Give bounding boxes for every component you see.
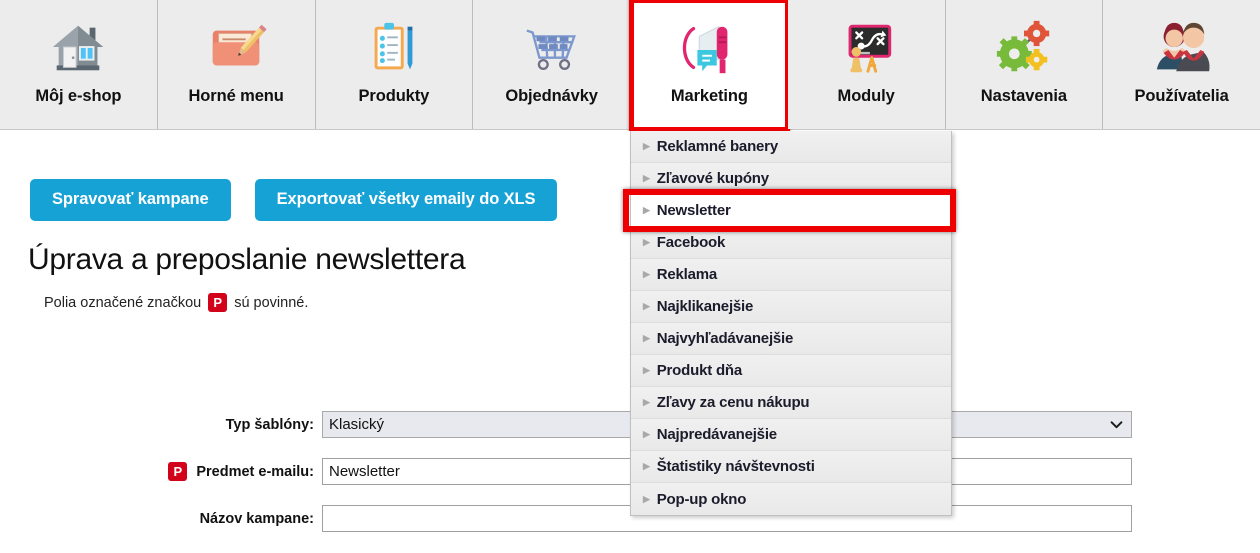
- clipboard-checklist-icon: [316, 9, 473, 87]
- menu-item-statistiky-navstevnosti[interactable]: ▶ Štatistiky návštevnosti: [631, 451, 951, 483]
- tab-objednavky[interactable]: Objednávky: [473, 0, 631, 129]
- chevron-right-icon: ▶: [643, 397, 650, 407]
- tab-pouzivatelia[interactable]: Používatelia: [1103, 0, 1260, 129]
- chevron-right-icon: ▶: [643, 493, 650, 504]
- email-subject-label: Predmet e-mailu:: [196, 463, 314, 480]
- tab-produkty[interactable]: Produkty: [315, 0, 474, 129]
- menu-item-label: Reklamné banery: [656, 138, 778, 155]
- form-label-wrap: Názov kampane:: [0, 511, 322, 527]
- menu-item-label: Zľavové kupóny: [656, 170, 769, 187]
- menu-item-newsletter[interactable]: ▶ Newsletter: [623, 189, 956, 232]
- menu-item-label: Najvyhľadávanejšie: [656, 330, 794, 347]
- menu-item-label: Štatistiky návštevnosti: [656, 458, 815, 475]
- tab-label: Moduly: [837, 87, 895, 105]
- required-note-prefix: Polia označené značkou: [44, 294, 202, 311]
- tab-moj-eshop[interactable]: Môj e-shop: [0, 0, 158, 129]
- chalkboard-strategy-icon: [788, 9, 945, 87]
- chevron-right-icon: ▶: [643, 269, 650, 279]
- menu-item-zlavove-kupony[interactable]: ▶ Zľavové kupóny: [631, 163, 951, 195]
- menu-item-najvyhladavanejsie[interactable]: ▶ Najvyhľadávanejšie: [631, 323, 951, 355]
- menu-item-reklamne-bannery[interactable]: ▶ Reklamné banery: [631, 131, 951, 163]
- required-badge-icon: P: [168, 462, 188, 481]
- menu-item-najklikanejsie[interactable]: ▶ Najklikanejšie: [631, 291, 951, 323]
- form-label-wrap: P Predmet e-mailu:: [0, 462, 322, 481]
- form-label-wrap: Typ šablóny:: [0, 417, 322, 433]
- chevron-right-icon: ▶: [643, 205, 650, 215]
- gears-icon: [946, 9, 1103, 87]
- chevron-right-icon: ▶: [643, 429, 650, 439]
- tab-horne-menu[interactable]: Horné menu: [157, 0, 316, 129]
- menu-item-pop-up-okno[interactable]: ▶ Pop-up okno: [631, 483, 951, 515]
- marketing-dropdown-menu: ▶ Reklamné banery ▶ Zľavové kupóny ▶ New…: [623, 131, 956, 516]
- menu-item-reklama[interactable]: ▶ Reklama: [631, 259, 951, 291]
- chevron-right-icon: ▶: [643, 301, 650, 311]
- tab-label: Objednávky: [505, 87, 598, 105]
- menu-item-zlavy-za-cenu-nakupu[interactable]: ▶ Zľavy za cenu nákupu: [631, 387, 951, 419]
- required-badge-icon: P: [208, 293, 228, 312]
- action-button-row: Spravovať kampane Exportovať všetky emai…: [30, 179, 558, 221]
- menu-item-label: Najklikanejšie: [656, 298, 754, 315]
- tab-label: Marketing: [670, 87, 748, 105]
- menu-item-facebook[interactable]: ▶ Facebook: [631, 227, 951, 259]
- chevron-right-icon: ▶: [643, 141, 650, 151]
- tab-nastavenia[interactable]: Nastavenia: [945, 0, 1104, 129]
- chevron-right-icon: ▶: [643, 237, 650, 247]
- menu-item-label: Newsletter: [656, 202, 731, 219]
- required-note-suffix: sú povinné.: [234, 294, 309, 311]
- menu-item-label: Reklama: [656, 266, 718, 283]
- chevron-right-icon: ▶: [643, 461, 650, 471]
- tab-marketing[interactable]: Marketing: [629, 0, 790, 132]
- menu-item-label: Zľavy za cenu nákupu: [656, 394, 810, 411]
- page-title: Úprava a preposlanie newslettera: [28, 243, 466, 276]
- campaign-name-label: Názov kampane:: [199, 510, 314, 527]
- menu-item-label: Produkt dňa: [656, 362, 743, 379]
- menu-item-produkt-dna[interactable]: ▶ Produkt dňa: [631, 355, 951, 387]
- chevron-right-icon: ▶: [643, 173, 650, 183]
- main-navigation-tabbar: Môj e-shop Horné menu Produkty Objednávk…: [0, 0, 1260, 132]
- tab-label: Nastavenia: [980, 87, 1067, 105]
- menu-item-label: Facebook: [656, 234, 726, 251]
- folder-pencil-icon: [158, 9, 315, 87]
- app-root: Môj e-shop Horné menu Produkty Objednávk…: [0, 0, 1260, 553]
- chevron-right-icon: ▶: [643, 365, 650, 375]
- manage-campaigns-button[interactable]: Spravovať kampane: [30, 179, 231, 221]
- tab-label: Produkty: [358, 87, 430, 105]
- chevron-right-icon: ▶: [643, 333, 650, 343]
- shopping-cart-icon: [473, 9, 630, 87]
- megaphone-icon: [631, 9, 788, 87]
- house-icon: [0, 9, 157, 87]
- tab-moduly[interactable]: Moduly: [787, 0, 946, 129]
- users-icon: [1103, 9, 1260, 87]
- export-emails-xls-button[interactable]: Exportovať všetky emaily do XLS: [254, 179, 558, 221]
- menu-item-najpredavanejsie[interactable]: ▶ Najpredávanejšie: [631, 419, 951, 451]
- required-fields-note: Polia označené značkou P sú povinné.: [44, 293, 308, 312]
- template-type-label: Typ šablóny:: [225, 416, 314, 433]
- tab-label: Horné menu: [188, 87, 284, 105]
- tab-label: Používatelia: [1134, 87, 1229, 105]
- menu-item-label: Najpredávanejšie: [656, 426, 777, 443]
- tab-label: Môj e-shop: [35, 87, 122, 105]
- menu-item-label: Pop-up okno: [656, 490, 747, 508]
